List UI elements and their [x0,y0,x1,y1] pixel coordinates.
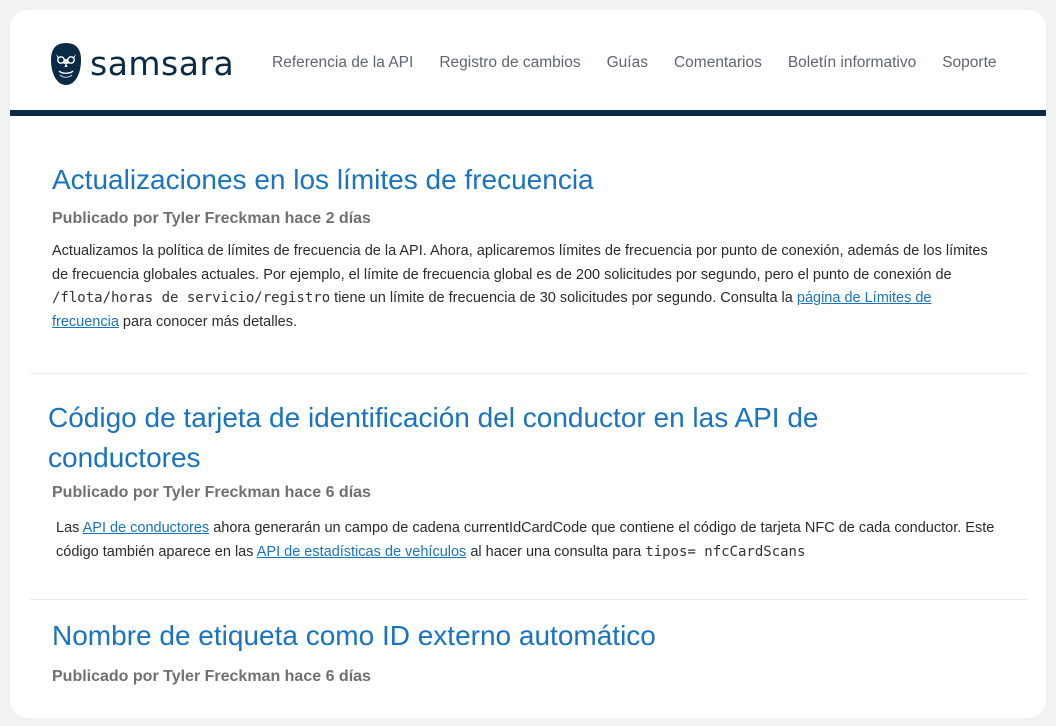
body-text: para conocer más detalles. [118,313,298,330]
nav-support[interactable]: Soporte [942,54,996,72]
post-divider [30,373,1028,374]
header-divider-bar [10,110,1046,116]
changelog-post: Nombre de etiqueta como ID externo autom… [10,616,1046,688]
body-text: Las [56,520,83,536]
driver-apis-link[interactable]: API de conductores [83,520,210,536]
query-types-code: tipos= nfcCardScans [645,543,806,560]
changelog-post: Código de tarjeta de identificación del … [10,398,1046,564]
nav-guides[interactable]: Guías [607,54,648,72]
post-byline: Publicado por Tyler Freckman hace 2 días [52,210,371,227]
nav-api-reference[interactable]: Referencia de la API [272,54,413,72]
browser-frame: samsara Referencia de la API Registro de… [10,10,1046,718]
body-text: tiene un límite de frecuencia de 30 soli… [330,290,797,306]
changelog-post: Actualizaciones en los límites de frecue… [10,160,1046,334]
samsara-logo[interactable]: samsara [50,40,234,88]
endpoint-code: /flota/horas de servicio/registro [52,290,331,306]
site-header: samsara Referencia de la API Registro de… [10,10,1046,110]
post-body: Actualizamos la política de límites de f… [52,240,1000,334]
post-divider [30,599,1028,600]
post-byline: Publicado por Tyler Freckman hace 6 días [52,484,371,501]
post-title-link[interactable]: Código de tarjeta de identificación del … [48,398,928,478]
post-body: Las API de conductores ahora generarán u… [56,517,1016,564]
vehicle-stats-apis-link[interactable]: API de estadísticas de vehículos [257,544,467,560]
nav-feedback[interactable]: Comentarios [674,54,762,72]
body-text: Actualizamos la política de límites de f… [52,243,988,283]
post-title-link[interactable]: Actualizaciones en los límites de frecue… [52,160,1046,200]
top-navigation: Referencia de la API Registro de cambios… [272,54,997,72]
post-title-link[interactable]: Nombre de etiqueta como ID externo autom… [52,616,1046,656]
post-byline: Publicado por Tyler Freckman hace 6 días [52,668,371,685]
brand-name: samsara [90,44,235,83]
owl-logo-icon [51,43,81,85]
nav-changelog[interactable]: Registro de cambios [439,54,580,72]
body-text: al hacer una consulta para [466,543,646,560]
nav-newsletter[interactable]: Boletín informativo [788,54,916,72]
